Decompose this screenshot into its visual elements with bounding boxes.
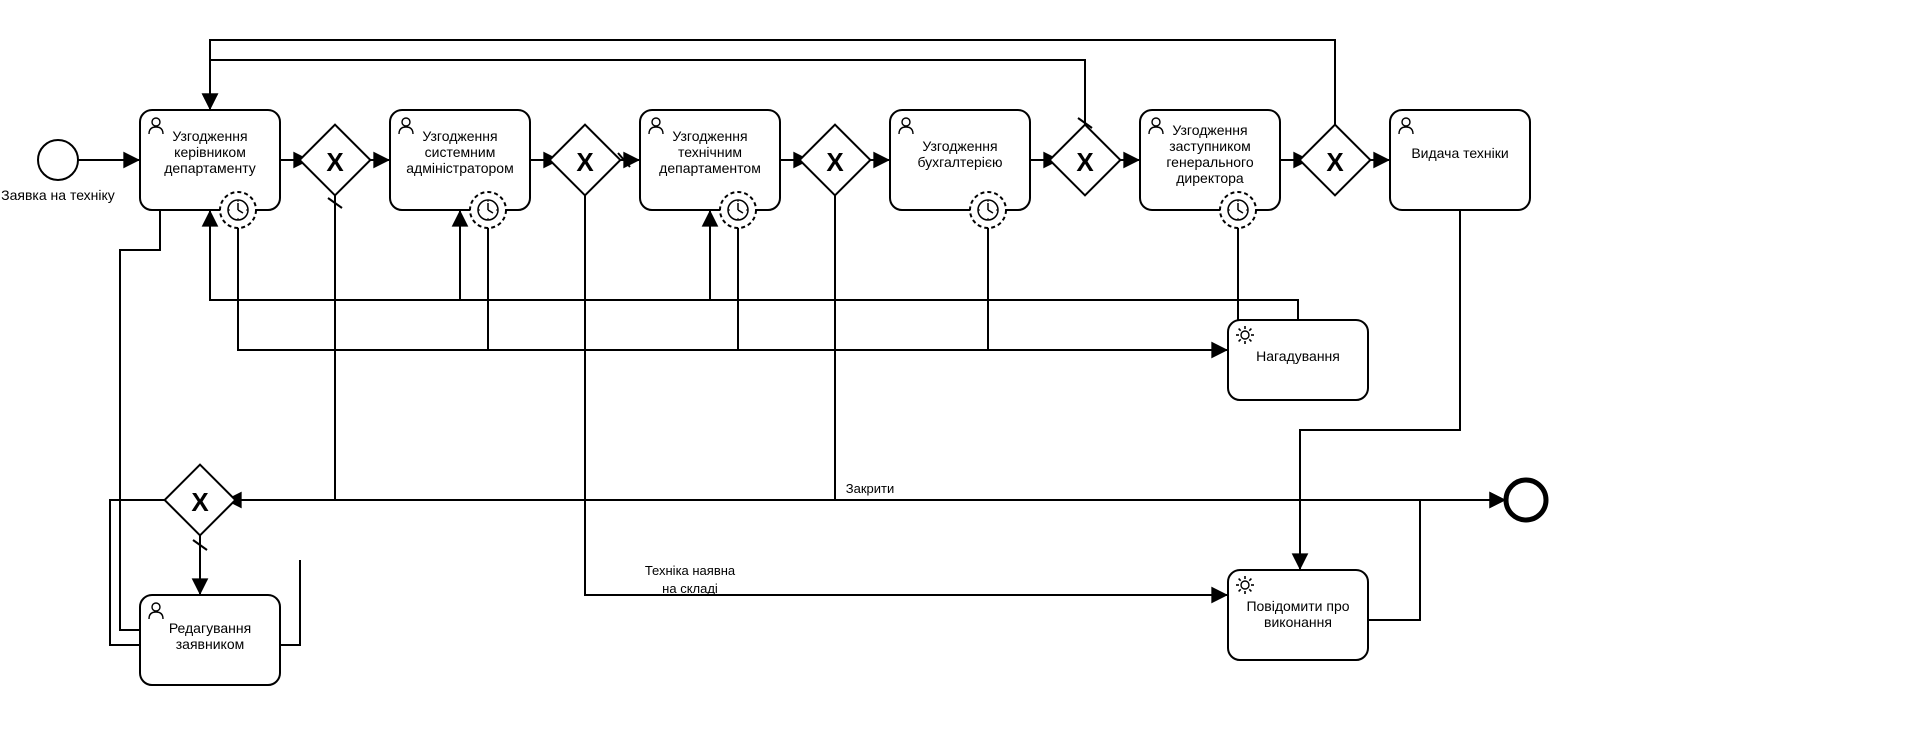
svg-text:X: X xyxy=(1076,147,1094,177)
start-event-label: Заявка на техніку xyxy=(1,187,115,203)
svg-text:X: X xyxy=(191,487,209,517)
gateway-g3: X xyxy=(800,125,871,196)
task-label: Нагадування xyxy=(1233,348,1363,364)
task-edit-by-requester: Редагування заявником xyxy=(140,595,280,685)
edge-label-instock-1: Техніка наявна xyxy=(645,563,736,578)
gateway-g4: X xyxy=(1050,125,1121,196)
edge-label-close: Закрити xyxy=(846,481,894,496)
task-approve-deputy-director: Узгодження заступником генерального дире… xyxy=(1140,110,1280,228)
start-event: Заявка на техніку xyxy=(1,140,115,203)
timer-icon xyxy=(1220,192,1256,228)
edge-label-instock-2: на складі xyxy=(662,581,718,596)
timer-icon xyxy=(970,192,1006,228)
svg-text:X: X xyxy=(326,147,344,177)
task-notify-completion: Повідомити про виконання xyxy=(1228,570,1368,660)
svg-text:X: X xyxy=(1326,147,1344,177)
task-label: Узгодження системним адміністратором xyxy=(395,128,525,176)
svg-text:X: X xyxy=(576,147,594,177)
task-issue-equipment: Видача техніки xyxy=(1390,110,1530,210)
gateway-g5: X xyxy=(1300,125,1371,196)
task-label: Узгодження керівником департаменту xyxy=(145,128,275,176)
end-event xyxy=(1506,480,1546,520)
task-label: Узгодження заступником генерального дире… xyxy=(1145,122,1275,186)
timer-icon xyxy=(720,192,756,228)
task-approve-tech-dept: Узгодження технічним департаментом xyxy=(640,110,780,228)
timer-icon xyxy=(220,192,256,228)
gateway-g1: X xyxy=(300,125,371,196)
task-approve-sysadmin: Узгодження системним адміністратором xyxy=(390,110,530,228)
task-label: Узгодження технічним департаментом xyxy=(645,128,775,176)
svg-text:X: X xyxy=(826,147,844,177)
gateway-edit: X xyxy=(165,465,236,536)
timer-icon xyxy=(470,192,506,228)
gateway-g2: X xyxy=(550,125,621,196)
task-approve-accounting: Узгодження бухгалтерією xyxy=(890,110,1030,228)
task-label: Повідомити про виконання xyxy=(1233,598,1363,630)
task-label: Видача техніки xyxy=(1395,145,1525,161)
task-label: Редагування заявником xyxy=(145,620,275,652)
task-approve-dept-head: Узгодження керівником департаменту xyxy=(140,110,280,228)
task-label: Узгодження бухгалтерією xyxy=(895,138,1025,170)
task-reminder: Нагадування xyxy=(1228,320,1368,400)
bpmn-diagram: Заявка на техніку Узгодження керівником … xyxy=(0,0,1920,752)
